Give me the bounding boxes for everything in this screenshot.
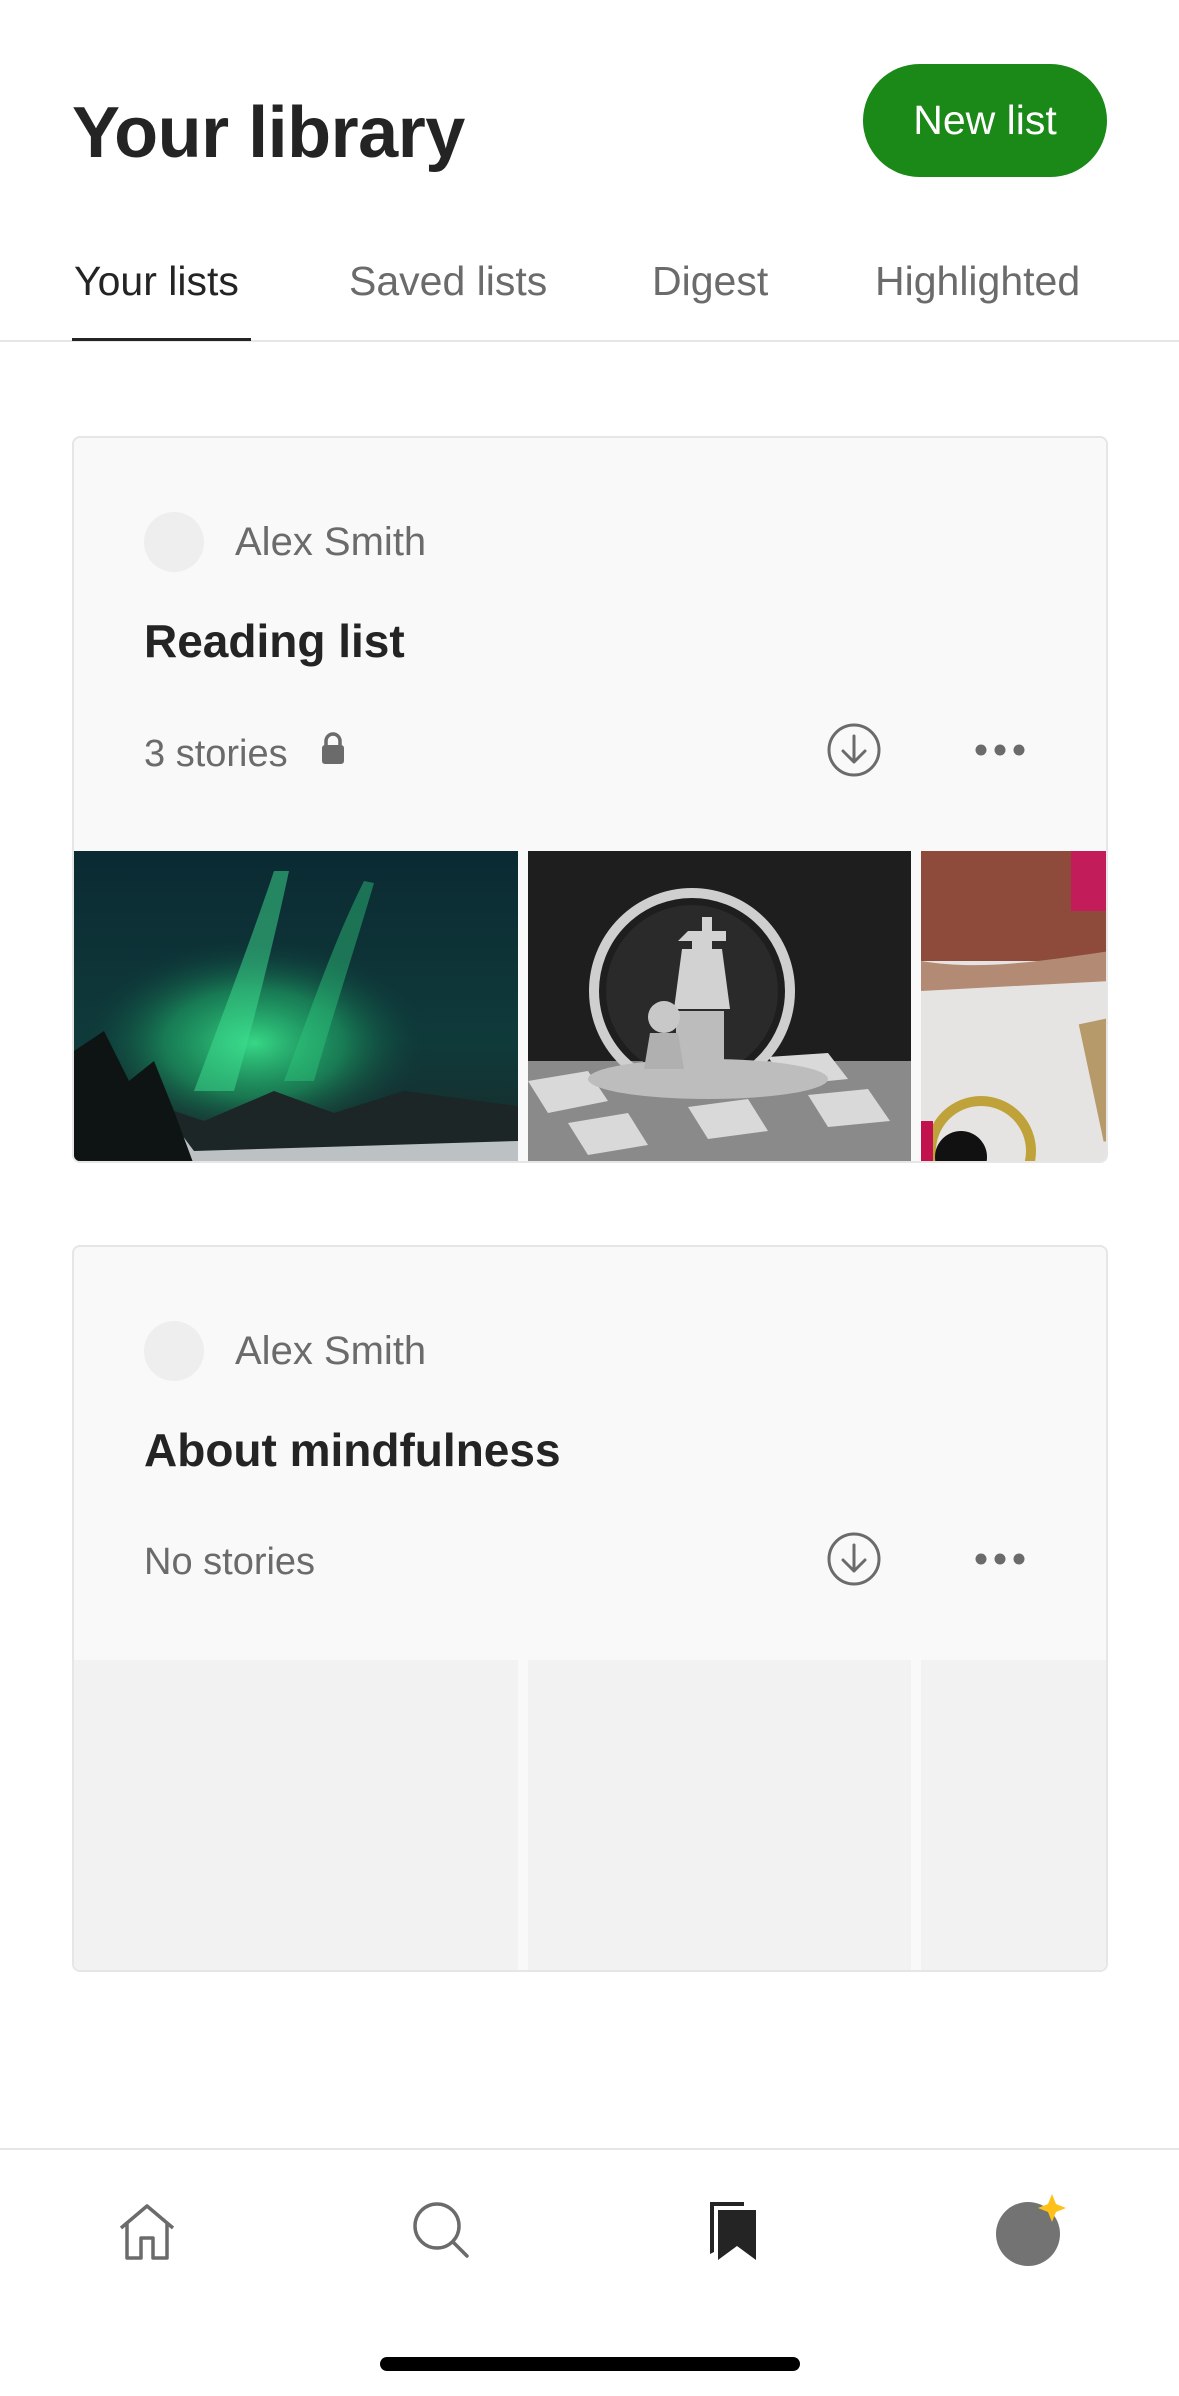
new-list-button[interactable]: New list <box>863 64 1107 177</box>
story-count: No stories <box>144 1541 316 1583</box>
thumbnail-desk <box>921 851 1106 1161</box>
bookmarks-icon[interactable] <box>694 2190 774 2270</box>
more-options-icon[interactable] <box>970 730 1030 770</box>
thumbnail-aurora <box>74 851 518 1161</box>
list-title[interactable]: About mindfulness <box>144 1423 561 1477</box>
author-avatar <box>144 1321 204 1381</box>
home-indicator <box>380 2357 800 2371</box>
tab-highlighted[interactable]: Highlighted <box>875 258 1080 305</box>
story-count-row: No stories <box>144 1541 315 1584</box>
thumbnail-placeholder <box>528 1660 911 1970</box>
more-options-icon[interactable] <box>970 1539 1030 1579</box>
active-tab-indicator <box>72 338 251 341</box>
search-icon[interactable] <box>401 2190 481 2270</box>
download-icon[interactable] <box>824 1529 884 1589</box>
thumbnail-chess <box>528 851 911 1161</box>
list-thumbnails <box>74 1660 1106 1970</box>
tab-digest[interactable]: Digest <box>652 258 768 305</box>
list-card-about-mindfulness[interactable]: Alex Smith About mindfulness No stories <box>72 1245 1108 1972</box>
header: Your library New list <box>0 0 1179 240</box>
list-title[interactable]: Reading list <box>144 614 405 668</box>
author-name: Alex Smith <box>235 1329 427 1373</box>
list-thumbnails <box>74 851 1106 1161</box>
lock-icon <box>320 732 346 776</box>
story-count: 3 stories <box>144 732 288 775</box>
tab-bar: Your lists Saved lists Digest Highlighte… <box>0 240 1179 342</box>
list-card-reading-list[interactable]: Alex Smith Reading list 3 stories <box>72 436 1108 1163</box>
thumbnail-placeholder <box>74 1660 518 1970</box>
tab-your-lists[interactable]: Your lists <box>74 258 239 305</box>
profile-avatar[interactable] <box>990 2190 1070 2270</box>
story-count-row: 3 stories <box>144 732 346 776</box>
author-avatar <box>144 512 204 572</box>
download-icon[interactable] <box>824 720 884 780</box>
author-name: Alex Smith <box>235 520 427 564</box>
tab-saved-lists[interactable]: Saved lists <box>349 258 547 305</box>
page-title: Your library <box>72 93 465 173</box>
thumbnail-placeholder <box>921 1660 1106 1970</box>
home-icon[interactable] <box>107 2190 187 2270</box>
